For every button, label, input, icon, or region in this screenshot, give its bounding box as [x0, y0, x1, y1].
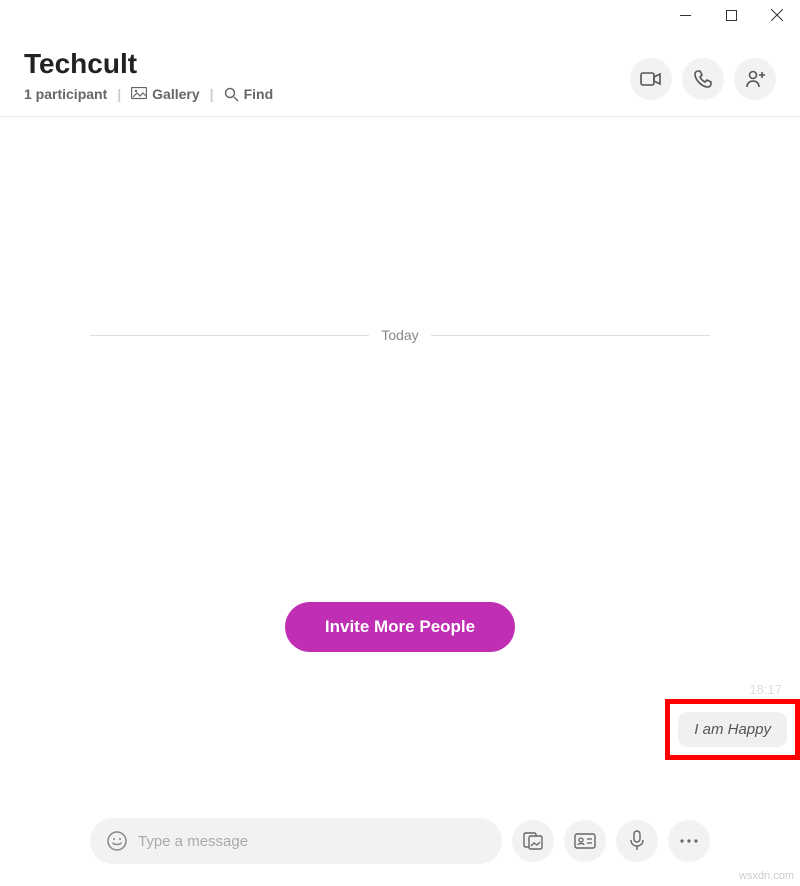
separator: |: [206, 86, 218, 102]
date-label: Today: [381, 327, 418, 343]
chat-header-info: Techcult 1 participant | Gallery | Find: [24, 48, 273, 102]
chat-header: Techcult 1 participant | Gallery | Find: [0, 32, 800, 117]
message-bubble[interactable]: I am Happy: [678, 712, 787, 747]
message-input[interactable]: [138, 833, 486, 850]
window-titlebar: [0, 0, 800, 32]
more-horizontal-icon: [679, 838, 699, 844]
emoji-icon: [106, 830, 128, 852]
audio-call-button[interactable]: [682, 58, 724, 100]
close-icon: [771, 9, 783, 21]
find-button[interactable]: Find: [224, 86, 274, 102]
maximize-icon: [726, 10, 737, 21]
person-add-icon: [744, 69, 766, 89]
separator: |: [113, 86, 125, 102]
video-call-button[interactable]: [630, 58, 672, 100]
search-icon: [224, 87, 239, 102]
find-label: Find: [244, 86, 274, 102]
gallery-button[interactable]: Gallery: [131, 86, 199, 102]
message-timestamp: 18:17: [749, 682, 782, 697]
divider-line: [90, 335, 369, 336]
phone-icon: [693, 69, 713, 89]
chat-messages-area: Today Invite More People 18:17 I am Happ…: [0, 117, 800, 800]
gallery-label: Gallery: [152, 86, 199, 102]
message-composer: [0, 800, 800, 886]
annotation-highlight-box: I am Happy: [665, 699, 800, 760]
composer-input-wrap: [90, 818, 502, 864]
contact-card-icon: [574, 833, 596, 849]
maximize-button[interactable]: [708, 0, 754, 30]
participants-count[interactable]: 1 participant: [24, 86, 107, 102]
close-button[interactable]: [754, 0, 800, 30]
header-actions: [630, 58, 776, 100]
watermark-text: wsxdn.com: [739, 870, 794, 882]
minimize-button[interactable]: [662, 0, 708, 30]
divider-line: [431, 335, 710, 336]
message-group-outgoing: 18:17 I am Happy: [665, 682, 800, 760]
share-contact-button[interactable]: [564, 820, 606, 862]
chat-subheader: 1 participant | Gallery | Find: [24, 86, 273, 102]
emoji-button[interactable]: [106, 830, 128, 852]
more-options-button[interactable]: [668, 820, 710, 862]
invite-more-people-button[interactable]: Invite More People: [285, 602, 515, 652]
date-divider: Today: [90, 327, 710, 343]
camera-icon: [640, 71, 662, 87]
invite-area: Invite More People: [0, 602, 800, 652]
chat-title: Techcult: [24, 48, 273, 80]
gallery-icon: [131, 87, 147, 101]
add-participants-button[interactable]: [734, 58, 776, 100]
microphone-icon: [629, 830, 645, 852]
file-image-icon: [523, 832, 543, 850]
voice-message-button[interactable]: [616, 820, 658, 862]
add-file-button[interactable]: [512, 820, 554, 862]
minimize-icon: [680, 10, 691, 21]
